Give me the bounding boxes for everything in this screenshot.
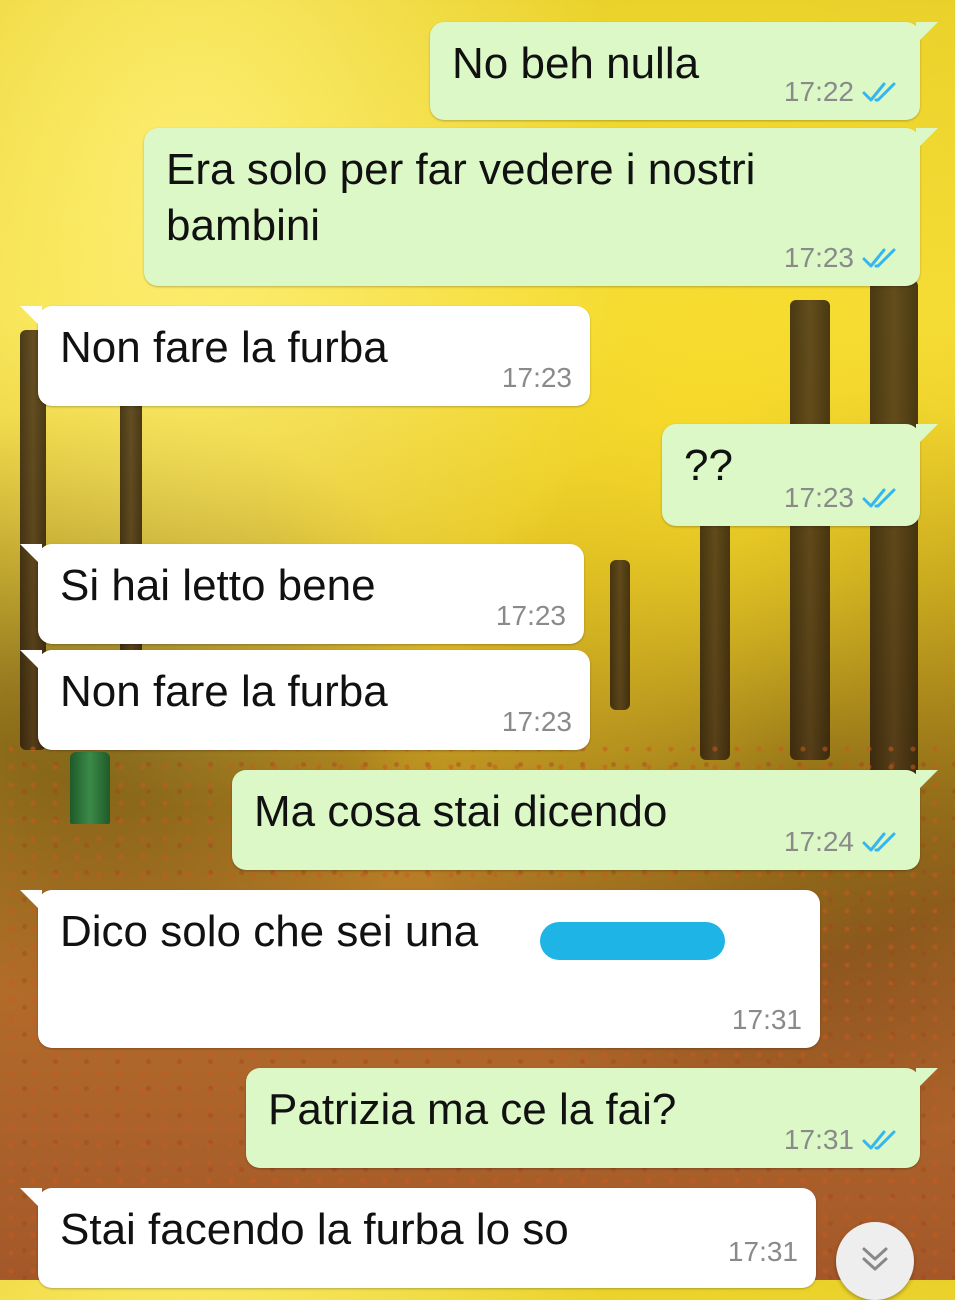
double-check-icon: [862, 488, 896, 508]
message-meta: 17:22: [784, 76, 902, 108]
message-time: 17:23: [501, 706, 572, 737]
redaction-mark: [540, 922, 725, 960]
message-text: Non fare la furba: [60, 667, 388, 716]
double-check-icon: [862, 82, 896, 102]
wallpaper-tree-trunk: [790, 300, 830, 760]
message-time: 17:24: [783, 826, 854, 857]
message-text: Era solo per far vedere i nostri bambini: [166, 145, 756, 250]
wallpaper-green-post: [70, 752, 110, 824]
message-text: Non fare la furba: [60, 323, 388, 372]
message-bubble-outgoing[interactable]: Era solo per far vedere i nostri bambini…: [144, 128, 938, 286]
message-meta: 17:23: [502, 362, 572, 394]
message-meta: 17:31: [784, 1124, 902, 1156]
message-time: 17:23: [495, 600, 566, 631]
message-bubble-outgoing[interactable]: Patrizia ma ce la fai? 17:31: [246, 1068, 938, 1168]
message-bubble-incoming[interactable]: Dico solo che sei una 17:31: [20, 890, 820, 1048]
message-meta: 17:23: [496, 600, 566, 632]
message-time: 17:23: [501, 362, 572, 393]
double-check-icon: [862, 832, 896, 852]
message-bubble-incoming[interactable]: Si hai letto bene 17:23: [20, 544, 584, 644]
message-text: Stai facendo la furba lo so: [60, 1205, 569, 1254]
message-meta: 17:23: [502, 706, 572, 738]
scroll-to-bottom-button[interactable]: [836, 1222, 914, 1300]
message-text: Patrizia ma ce la fai?: [268, 1085, 677, 1134]
wallpaper-tree-trunk: [610, 560, 630, 710]
double-check-icon: [862, 1130, 896, 1150]
message-bubble-incoming[interactable]: Non fare la furba 17:23: [20, 306, 590, 406]
message-text: ??: [684, 441, 733, 490]
message-meta: 17:23: [784, 482, 902, 514]
message-text: No beh nulla: [452, 39, 700, 88]
double-chevron-down-icon: [862, 1247, 888, 1271]
double-check-icon: [862, 248, 896, 268]
message-bubble-outgoing[interactable]: Ma cosa stai dicendo 17:24: [232, 770, 938, 870]
message-time: 17:31: [783, 1124, 854, 1155]
message-text: Ma cosa stai dicendo: [254, 787, 668, 836]
message-meta: 17:23: [784, 242, 902, 274]
message-bubble-incoming[interactable]: Non fare la furba 17:23: [20, 650, 590, 750]
message-meta: 17:31: [732, 1004, 802, 1036]
message-time: 17:23: [783, 482, 854, 513]
wallpaper-tree-trunk: [870, 280, 918, 780]
message-meta: 17:24: [784, 826, 902, 858]
message-time: 17:31: [731, 1004, 802, 1035]
message-time: 17:22: [783, 76, 854, 107]
message-text: Dico solo che sei una: [60, 907, 479, 956]
message-time: 17:23: [783, 242, 854, 273]
message-bubble-outgoing[interactable]: ?? 17:23: [662, 424, 938, 526]
message-time: 17:31: [727, 1236, 798, 1267]
message-meta: 17:31: [728, 1236, 798, 1268]
message-bubble-incoming[interactable]: Stai facendo la furba lo so 17:31: [20, 1188, 816, 1288]
message-bubble-outgoing[interactable]: No beh nulla 17:22: [430, 22, 938, 120]
message-text: Si hai letto bene: [60, 561, 376, 610]
wallpaper-tree-trunk: [700, 520, 730, 760]
